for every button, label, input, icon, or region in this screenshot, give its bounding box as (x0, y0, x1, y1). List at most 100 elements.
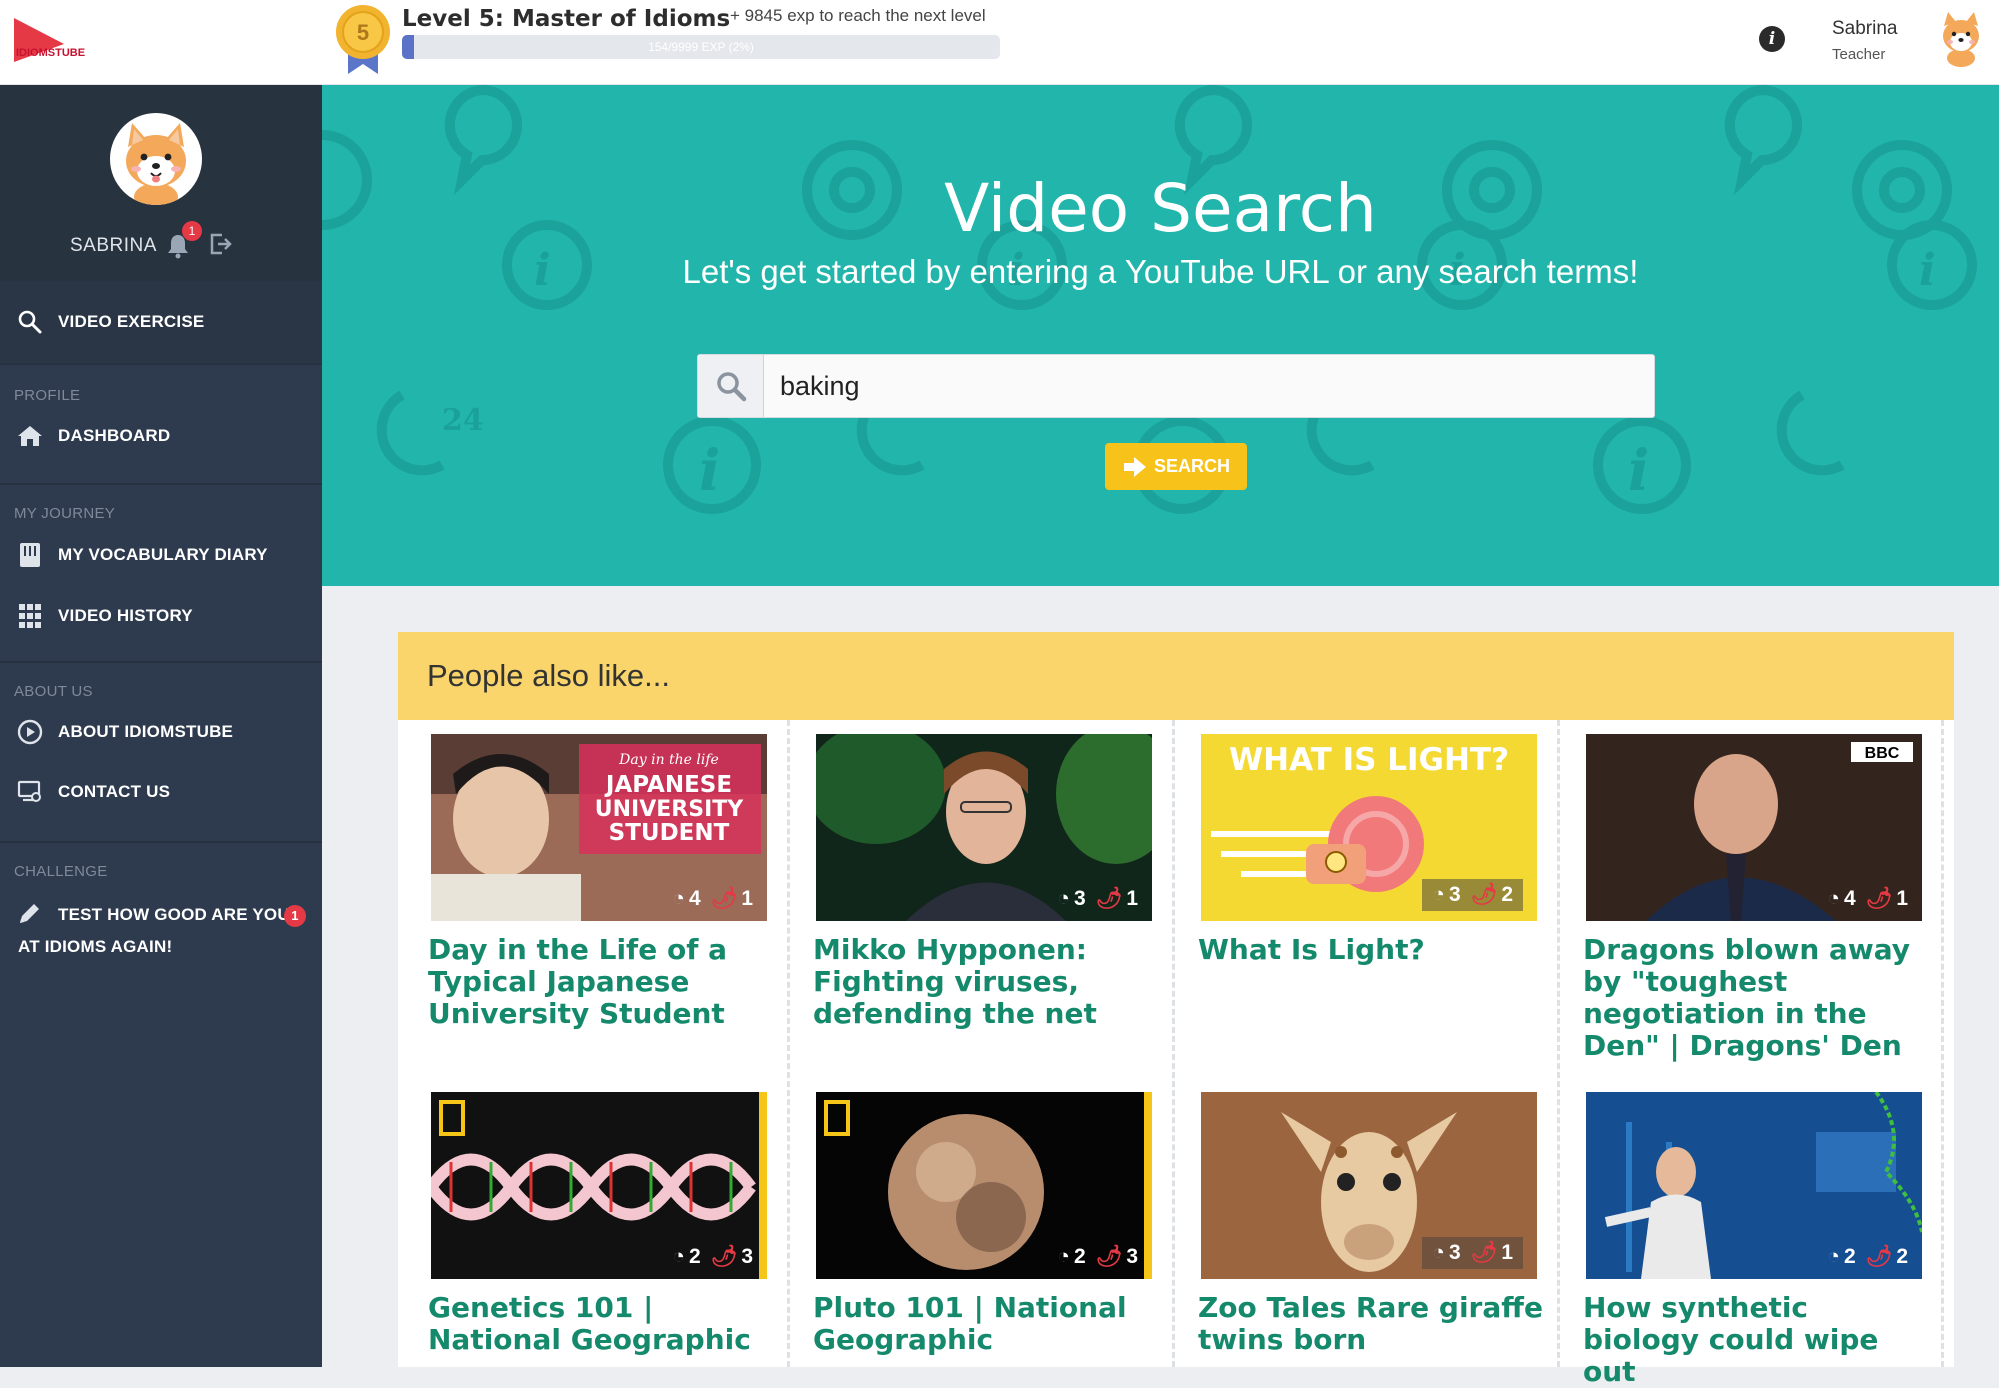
spice-stat: 🌶 1 (1865, 887, 1908, 910)
video-thumbnail[interactable]: ◔ 2 🌶 3 (431, 1092, 767, 1279)
video-stats: ◔ 3 🌶 2 (1422, 879, 1523, 911)
sidebar-user-name[interactable]: SABRINA (70, 235, 157, 257)
sidebar-item-video-exercise[interactable]: VIDEO EXERCISE (0, 281, 322, 363)
spice-stat: 🌶 1 (1470, 1241, 1513, 1264)
spice-stat: 🌶 2 (1470, 883, 1513, 906)
speedometer-icon: ◔ (672, 1245, 685, 1268)
svg-text:i: i (699, 438, 720, 504)
search-icon[interactable] (698, 355, 764, 417)
difficulty-stat: ◔ 3 (1432, 1241, 1461, 1264)
video-title[interactable]: Zoo Tales Rare giraffe twins born (1198, 1292, 1544, 1356)
play-circle-icon (16, 718, 44, 746)
divider (0, 841, 322, 843)
sidebar-section-about: ABOUT US (14, 683, 93, 700)
user-avatar[interactable] (1936, 12, 1986, 68)
svg-text:STUDENT: STUDENT (609, 820, 730, 846)
profile-avatar[interactable] (110, 113, 202, 205)
level-title: Level 5: Master of Idioms (402, 6, 731, 32)
search-box (697, 354, 1655, 418)
difficulty-stat: ◔ 3 (1432, 883, 1461, 906)
user-name[interactable]: Sabrina (1832, 18, 1898, 40)
diary-icon (16, 541, 44, 569)
recommendations-header: People also like... (398, 632, 1954, 720)
video-thumbnail[interactable]: ◔ 2 🌶 3 (816, 1092, 1152, 1279)
challenge-label-line2: AT IDIOMS AGAIN! (18, 937, 173, 956)
search-button-label: SEARCH (1153, 456, 1230, 476)
difficulty-stat: ◔ 3 (1057, 887, 1086, 910)
video-thumbnail[interactable]: BBC ◔ 4 🌶 1 (1586, 734, 1922, 921)
home-icon (16, 422, 44, 450)
video-stats: ◔ 3 🌶 1 (1057, 887, 1138, 911)
column-divider (787, 720, 790, 1367)
speedometer-icon: ◔ (1432, 1241, 1445, 1264)
divider (0, 661, 322, 663)
search-input[interactable] (780, 355, 1640, 417)
video-stats: ◔ 4 🌶 1 (672, 887, 753, 911)
video-title[interactable]: Day in the Life of a Typical Japanese Un… (428, 934, 774, 1030)
sidebar-item-vocabulary-diary[interactable]: MY VOCABULARY DIARY (0, 530, 322, 580)
video-title[interactable]: What Is Light? (1198, 934, 1544, 966)
sidebar-item-video-history[interactable]: VIDEO HISTORY (0, 591, 322, 641)
page-subtitle: Let's get started by entering a YouTube … (682, 253, 1639, 290)
background-pattern: i i i i i i i 24 (322, 85, 1977, 514)
contact-icon (16, 778, 44, 806)
video-thumbnail[interactable]: ◔ 3 🌶 1 (816, 734, 1152, 921)
svg-text:24: 24 (442, 403, 484, 438)
chili-icon: 🌶 (710, 1245, 738, 1268)
sidebar-item-dashboard[interactable]: DASHBOARD (0, 411, 322, 461)
chili-icon: 🌶 (710, 887, 738, 910)
video-thumbnail[interactable]: Day in the life JAPANESE UNIVERSITY STUD… (431, 734, 767, 921)
video-thumbnail[interactable]: WHAT IS LIGHT? ◔ 3 🌶 2 (1201, 734, 1537, 921)
spice-stat: 🌶 3 (1095, 1245, 1138, 1268)
difficulty-stat: ◔ 4 (672, 887, 701, 910)
sidebar-item-label: DASHBOARD (58, 426, 171, 445)
sidebar-item-challenge[interactable]: TEST HOW GOOD ARE YOU AT IDIOMS AGAIN! 1 (0, 904, 322, 985)
exp-progress-text: 154/9999 EXP (2%) (648, 40, 754, 54)
sidebar-item-label: CONTACT US (58, 782, 171, 801)
idiomstube-logo[interactable]: IDIOMSTUBE (12, 16, 92, 68)
sidebar-item-contact-us[interactable]: CONTACT US (0, 767, 322, 817)
video-title[interactable]: Genetics 101 | National Geographic (428, 1292, 774, 1356)
chili-icon: 🌶 (1095, 887, 1123, 910)
video-stats: ◔ 3 🌶 1 (1422, 1237, 1523, 1269)
search-button[interactable]: SEARCH (1105, 443, 1247, 490)
pencil-icon (16, 901, 44, 929)
chili-icon: 🌶 (1865, 1245, 1893, 1268)
video-title[interactable]: Pluto 101 | National Geographic (813, 1292, 1159, 1356)
recommendations-heading: People also like... (427, 658, 670, 693)
svg-text:5: 5 (357, 20, 369, 45)
divider (0, 363, 322, 365)
svg-text:Day in the life: Day in the life (618, 752, 719, 768)
video-stats: ◔ 2 🌶 2 (1827, 1245, 1908, 1269)
spice-stat: 🌶 3 (710, 1245, 753, 1268)
difficulty-stat: ◔ 2 (1057, 1245, 1086, 1268)
spice-stat: 🌶 1 (1095, 887, 1138, 910)
chili-icon: 🌶 (1095, 1245, 1123, 1268)
info-icon[interactable]: i (1759, 26, 1785, 52)
column-divider (1172, 720, 1175, 1367)
sidebar-item-about-idiomstube[interactable]: ABOUT IDIOMSTUBE (0, 707, 322, 757)
hero-banner: i i i i i i i 24 Video Search Let's get … (322, 85, 1999, 586)
recommendations-panel: People also like... Day in the life JAPA… (398, 632, 1954, 1388)
challenge-label-line1: TEST HOW GOOD ARE YOU (58, 905, 290, 924)
notification-badge: 1 (182, 221, 202, 241)
arrow-right-icon (1123, 456, 1146, 477)
speedometer-icon: ◔ (1057, 1245, 1070, 1268)
video-title[interactable]: Mikko Hypponen: Fighting viruses, defend… (813, 934, 1159, 1030)
video-title[interactable]: Dragons blown away by "toughest negotiat… (1583, 934, 1929, 1062)
sidebar-section-challenge: CHALLENGE (14, 863, 108, 880)
video-thumbnail[interactable]: ◔ 2 🌶 2 (1586, 1092, 1922, 1279)
exp-progress-bar: 154/9999 EXP (2%) (402, 35, 1000, 59)
chili-icon: 🌶 (1865, 887, 1893, 910)
page-title: Video Search (944, 170, 1377, 247)
video-stats: ◔ 2 🌶 3 (672, 1245, 753, 1269)
logout-icon[interactable] (208, 231, 234, 257)
video-thumbnail[interactable]: ◔ 3 🌶 1 (1201, 1092, 1537, 1279)
grid-icon (16, 602, 44, 630)
column-divider (1557, 720, 1560, 1367)
video-title[interactable]: How synthetic biology could wipe out (1583, 1292, 1929, 1388)
sidebar-section-profile: PROFILE (14, 387, 81, 404)
divider (0, 483, 322, 485)
level-medal-icon: 5 (334, 2, 392, 76)
sidebar-section-journey: MY JOURNEY (14, 505, 116, 522)
